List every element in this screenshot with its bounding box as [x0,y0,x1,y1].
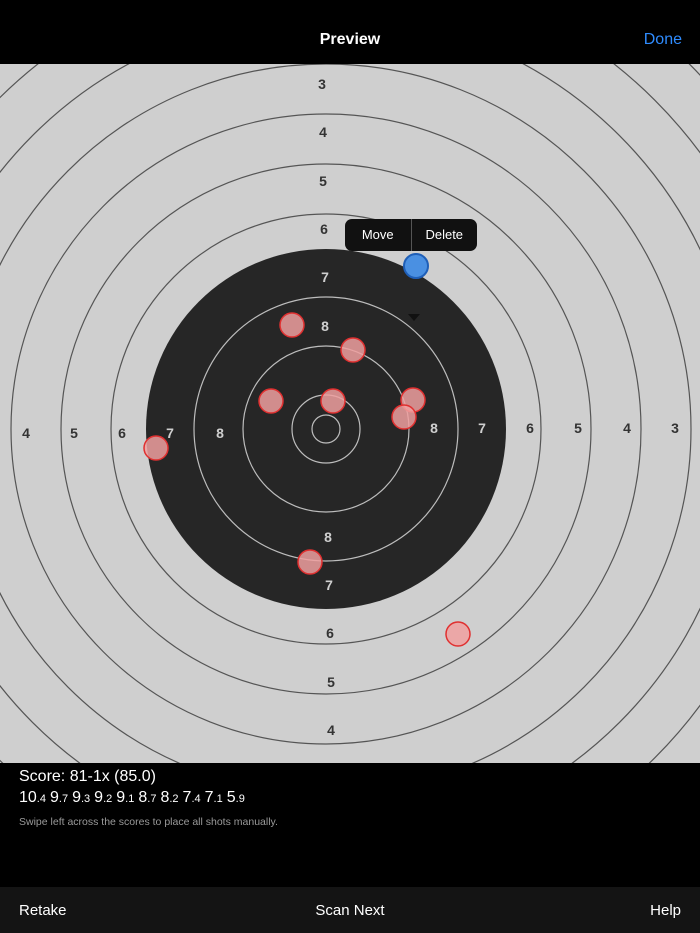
shot-score[interactable]: 7.4 [183,789,201,806]
shot-score[interactable]: 8.7 [138,789,156,806]
shot-score-whole: 5 [226,789,236,806]
shot-marker[interactable] [143,435,169,461]
shot-score-decimal: .7 [58,793,69,805]
ring-number: 3 [318,76,326,92]
scan-next-button[interactable]: Scan Next [0,902,700,919]
ring-number: 5 [70,425,78,441]
ring-number: 6 [526,420,534,436]
ring-number: 7 [325,577,333,593]
shot-marker[interactable] [258,388,284,414]
ring-number: 7 [321,269,329,285]
shot-score[interactable]: 9.3 [72,789,90,806]
ring-number: 5 [319,173,327,189]
shot-marker[interactable] [340,337,366,363]
done-button[interactable]: Done [644,31,682,49]
ring-number: 6 [118,425,126,441]
bottom-toolbar: Retake Scan Next Help [0,887,700,933]
ring-number: 8 [430,420,438,436]
shot-score[interactable]: 5.9 [227,789,245,806]
score-panel: Score: 81-1x (85.0) 10.4 9.7 9.3 9.2 9.1 8.7 8… [0,763,700,887]
shot-score-decimal: .9 [235,793,245,805]
shot-score-whole: 9 [94,789,104,806]
shot-score-decimal: .7 [147,793,157,805]
ring-number: 5 [574,420,582,436]
shot-marker[interactable] [279,312,305,338]
page-title: Preview [319,31,381,48]
shot-score-whole: 9 [72,789,81,806]
shot-score[interactable]: 9.2 [94,789,112,806]
shot-score[interactable]: 9.1 [116,789,134,806]
shot-score-whole: 9 [116,789,126,806]
target-svg[interactable]: 3 4 5 6 7 8 4 5 6 7 8 8 7 6 5 4 3 8 7 6 5 4 [0,64,700,763]
shot-score-whole: 7 [204,789,214,806]
ring-number: 5 [327,674,335,690]
ring-number: 8 [216,425,224,441]
shot-scores-list[interactable]: 10.4 9.7 9.3 9.2 9.1 8.7 8.2 7.4 7.1 5.9 [19,789,249,807]
shot-marker[interactable] [391,404,417,430]
shot-score-whole: 9 [49,789,59,806]
ring-number: 4 [327,722,335,738]
shot-score[interactable]: 8.2 [160,789,178,806]
ring-number: 6 [326,625,334,641]
navigation-bar: Preview Done [0,0,700,64]
shot-score-whole: 8 [138,789,148,806]
shot-marker[interactable] [445,621,471,647]
shot-score-decimal: .1 [125,793,135,805]
shot-score[interactable]: 7.1 [205,789,223,806]
ring-number: 8 [324,529,332,545]
target-black-center [146,249,506,609]
delete-button[interactable]: Delete [410,219,478,251]
shot-score-whole: 10 [19,789,37,806]
target-rings [0,64,700,763]
ring-number: 4 [319,124,327,140]
shot-marker[interactable] [297,549,323,575]
shot-popover-menu: Move Delete [345,219,477,251]
ring-number: 7 [166,425,174,441]
help-button[interactable]: Help [650,902,681,919]
popover-arrow [408,314,420,321]
shot-score[interactable]: 9.7 [50,789,68,806]
shot-score-decimal: .2 [169,793,179,805]
shot-score[interactable]: 10.4 [19,789,46,806]
shot-score-decimal: .4 [191,793,201,805]
shot-score-decimal: .1 [213,793,223,805]
ring-number: 6 [320,221,328,237]
ring-number: 8 [321,318,329,334]
shot-marker[interactable] [320,388,346,414]
ring-number: 4 [623,420,631,436]
ring-number: 7 [478,420,486,436]
move-button[interactable]: Move [345,219,411,251]
selected-shot-marker[interactable] [403,253,429,279]
ring-number: 3 [671,420,679,436]
shot-score-decimal: .3 [80,793,91,805]
target-image[interactable]: 3 4 5 6 7 8 4 5 6 7 8 8 7 6 5 4 3 8 7 6 5 4 [0,64,700,763]
swipe-hint: Swipe left across the scores to place al… [19,816,278,828]
ring-number: 4 [22,425,30,441]
shot-score-decimal: .2 [103,793,113,805]
score-summary: Score: 81-1x (85.0) [19,768,156,785]
shot-score-decimal: .4 [36,793,46,805]
